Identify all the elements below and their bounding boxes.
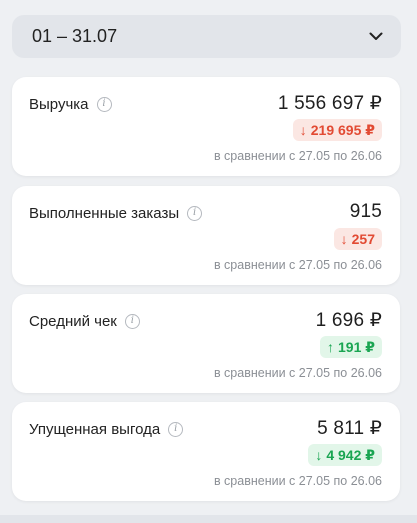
metric-card-average-check: Средний чек i 1 696 ₽ ↑ 191 ₽ в сравнени… (12, 294, 400, 393)
metric-title: Средний чек (29, 313, 117, 330)
metric-title: Выполненные заказы (29, 205, 180, 222)
metric-delta-badge: ↓ 4 942 ₽ (308, 444, 382, 466)
metric-delta-badge: ↑ 191 ₽ (320, 336, 382, 358)
period-selector[interactable]: 01 – 31.07 (12, 15, 401, 58)
info-icon[interactable]: i (96, 97, 112, 112)
metric-delta-badge: ↓ 257 (333, 228, 382, 250)
info-icon[interactable]: i (187, 206, 203, 221)
metric-value: 1 696 ₽ (315, 310, 382, 331)
comparison-period: в сравнении с 27.05 по 26.06 (213, 474, 382, 488)
metric-value: 5 811 ₽ (317, 418, 382, 439)
metric-title: Упущенная выгода (29, 421, 161, 438)
arrow-down-icon: ↓ (299, 122, 307, 138)
metric-title: Выручка (29, 96, 89, 113)
period-label: 01 – 31.07 (32, 26, 118, 46)
comparison-period: в сравнении с 27.05 по 26.06 (213, 366, 382, 380)
metric-card-revenue: Выручка i 1 556 697 ₽ ↓ 219 695 ₽ в срав… (12, 77, 400, 176)
info-icon[interactable]: i (124, 314, 140, 329)
comparison-period: в сравнении с 27.05 по 26.06 (213, 258, 382, 272)
metric-delta-value: 4 942 ₽ (326, 446, 375, 463)
metric-delta-value: 257 (351, 231, 375, 247)
metric-card-lost-profit: Упущенная выгода i 5 811 ₽ ↓ 4 942 ₽ в с… (12, 402, 400, 501)
info-icon[interactable]: i (168, 422, 184, 437)
metric-delta-badge: ↓ 219 695 ₽ (292, 119, 382, 141)
chevron-down-icon (369, 30, 383, 44)
comparison-period: в сравнении с 27.05 по 26.06 (213, 149, 382, 163)
metric-value: 1 556 697 ₽ (277, 93, 382, 114)
metric-card-completed-orders: Выполненные заказы i 915 ↓ 257 в сравнен… (12, 186, 400, 285)
metric-value: 915 (349, 201, 382, 222)
metric-delta-value: 219 695 ₽ (310, 121, 375, 138)
arrow-down-icon: ↓ (340, 231, 348, 247)
metric-delta-value: 191 ₽ (338, 338, 375, 355)
arrow-up-icon: ↑ (327, 339, 334, 355)
bottom-divider (0, 515, 417, 523)
arrow-down-icon: ↓ (315, 447, 323, 463)
